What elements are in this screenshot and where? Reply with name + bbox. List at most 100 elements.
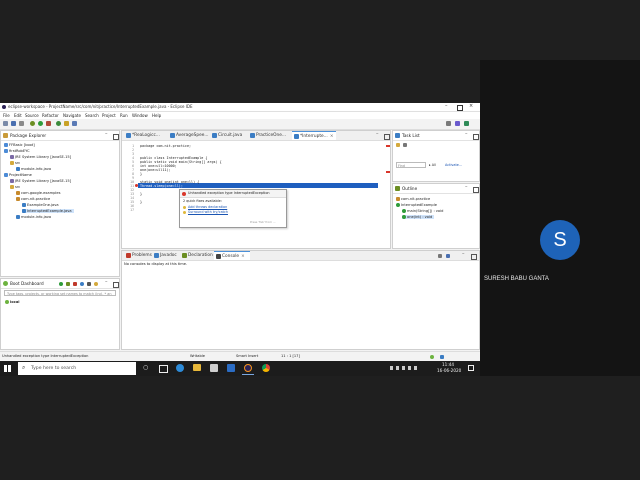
taskbar-time[interactable]: 11:44 [442,362,454,367]
boot-stop-icon[interactable] [73,281,77,286]
menu-project[interactable]: Project [102,113,116,118]
java-perspective-icon[interactable] [455,121,460,126]
taskbar-search-box[interactable]: ⌕ Type here to search [18,362,136,375]
code-line[interactable]: package com.nit.practice; [140,144,191,148]
tree-item[interactable]: com.google.examples [16,191,60,195]
boot-dashboard-search-input[interactable]: Type tags, projects, or working set name… [4,290,116,296]
boot-console-icon[interactable] [87,281,91,286]
overview-ruler-error[interactable] [386,145,390,147]
outline-item[interactable]: main(String[]) : void [402,209,443,213]
editor-tab-active[interactable]: *Interrupte... × [292,131,336,140]
store-icon[interactable] [210,364,218,372]
menu-search[interactable]: Search [85,113,99,118]
tree-item[interactable]: src [10,185,20,189]
close-button[interactable]: × [469,104,473,109]
maximize-button[interactable] [457,105,463,111]
mail-icon[interactable] [227,364,235,372]
code-line[interactable]: Thread.sleep(one=ll); [140,184,183,188]
menu-run[interactable]: Run [120,113,128,118]
edge-browser-icon[interactable] [176,364,184,372]
editor-tab[interactable]: Circuit.java [210,131,248,140]
code-line[interactable]: } [140,192,142,196]
tree-item[interactable]: firstRobEYC [4,149,30,153]
boot-start-icon[interactable] [59,281,63,286]
open-type-icon[interactable] [64,121,69,126]
console-display-icon[interactable] [446,253,450,258]
code-line[interactable]: } [140,172,142,176]
task-list-title[interactable]: Task List [402,133,420,138]
package-explorer-title[interactable]: Package Explorer [10,133,46,138]
tree-item[interactable]: ProjectName [4,173,32,177]
tree-item[interactable]: module-info.java [16,167,51,171]
new-task-icon[interactable] [396,143,400,147]
tree-item[interactable]: FFBasic [boot] [4,143,35,147]
menu-edit[interactable]: Edit [14,113,22,118]
notification-icon[interactable] [468,365,474,371]
run-icon[interactable] [38,121,43,126]
chrome-icon[interactable] [262,364,270,372]
quickfix-surround-link[interactable]: Surround with try/catch [188,210,228,214]
boot-dashboard-item[interactable]: local [5,300,20,304]
maximize-view-icon[interactable] [113,281,119,288]
tab-problems[interactable]: Problems [124,251,152,260]
minimize-view-icon[interactable]: – [465,132,468,137]
new-file-icon[interactable] [3,121,8,126]
overview-ruler-error[interactable] [386,171,390,173]
new-java-class-icon[interactable] [56,121,61,126]
save-icon[interactable] [11,121,16,126]
code-line[interactable]: one(one=ull11); [140,168,171,172]
task-filter-icon[interactable] [403,143,407,147]
open-perspective-icon[interactable] [446,121,451,126]
status-progress-icon[interactable] [430,355,434,359]
windows-start-icon[interactable] [4,365,11,372]
tree-item[interactable]: ExampleOne.java [22,203,59,207]
editor-tab[interactable]: *ReaLogicc... [124,131,168,140]
menu-refactor[interactable]: Refactor [42,113,59,118]
maximize-view-icon[interactable] [113,133,119,140]
external-tools-icon[interactable] [46,121,51,126]
minimize-button[interactable]: – [445,104,448,109]
menu-help[interactable]: Help [152,113,161,118]
maximize-view-icon[interactable] [473,186,479,193]
tree-item[interactable]: src [10,161,20,165]
debug-perspective-icon[interactable] [464,121,469,126]
file-explorer-icon[interactable] [193,364,201,371]
minimize-view-icon[interactable]: – [465,185,468,190]
editor-tab[interactable]: PracticeOne... [248,131,292,140]
maximize-view-icon[interactable] [471,253,477,260]
menu-source[interactable]: Source [25,113,39,118]
menu-window[interactable]: Window [132,113,148,118]
editor-tab[interactable]: AverageSpee... [168,131,210,140]
status-tips-icon[interactable] [440,355,444,359]
taskbar-date[interactable]: 16-06-2020 [437,368,461,373]
outline-item[interactable]: InterruptedExample [396,203,437,207]
task-find-input[interactable]: Find [396,162,426,168]
menu-navigate[interactable]: Navigate [63,113,81,118]
minimize-view-icon[interactable]: – [376,132,379,137]
code-line[interactable]: } [140,200,142,204]
task-all-link[interactable]: ▸ All [429,163,436,167]
outline-item-selected[interactable]: one(int) : void [402,215,435,219]
quickfix-add-throws-link[interactable]: Add throws declaration [188,205,227,209]
console-pin-icon[interactable] [438,253,442,258]
search-icon[interactable] [72,121,77,126]
minimize-view-icon[interactable]: – [462,252,465,257]
boot-debug-icon[interactable] [66,281,70,286]
tree-item-selected[interactable]: InterruptedExample.java [22,209,74,213]
task-view-icon[interactable]: ○ [143,364,148,371]
task-view-button-icon[interactable] [159,365,168,373]
outline-title[interactable]: Outline [402,186,417,191]
minimize-view-icon[interactable]: – [105,132,108,137]
task-activate-link[interactable]: Activate... [445,163,462,167]
system-tray-icons[interactable] [390,366,420,370]
outline-item[interactable]: com.nit.practice [396,197,430,201]
debug-icon[interactable] [30,121,35,126]
eclipse-taskbar-icon[interactable] [244,364,252,372]
menu-file[interactable]: File [3,113,10,118]
tree-item[interactable]: JRE System Library [JavaSE-15] [10,179,71,183]
tab-javadoc[interactable]: Javadoc [152,251,180,260]
tree-item[interactable]: module-info.java [16,215,51,219]
boot-open-browser-icon[interactable] [80,281,84,286]
boot-refresh-icon[interactable] [94,281,98,286]
tab-declaration[interactable]: Declaration [180,251,214,260]
